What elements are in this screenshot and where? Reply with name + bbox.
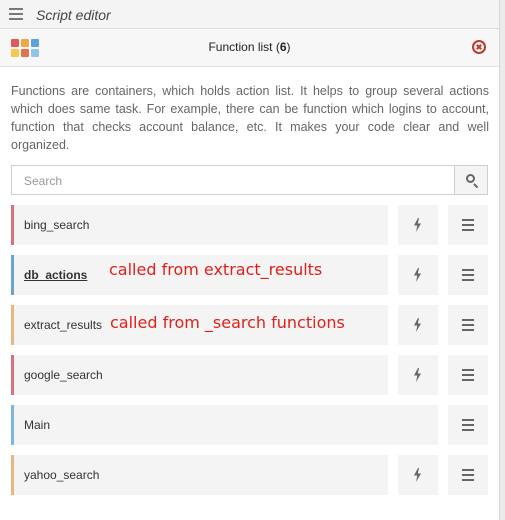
- run-function-button[interactable]: [398, 355, 438, 395]
- function-list-title-text: Function list: [208, 40, 273, 54]
- lightning-icon: [414, 468, 421, 482]
- editor-title: Script editor: [36, 7, 111, 23]
- script-editor-window: Script editor Function list (6) Function…: [0, 0, 505, 520]
- search-input[interactable]: [22, 167, 446, 195]
- editor-toolbar: Script editor: [0, 0, 499, 29]
- function-name[interactable]: yahoo_search: [24, 468, 99, 482]
- lightning-icon: [414, 318, 421, 332]
- lightning-icon: [414, 268, 421, 282]
- function-row[interactable]: google_search: [11, 355, 388, 395]
- function-list-header: Function list (6): [0, 29, 499, 67]
- function-count: 6: [279, 40, 287, 54]
- function-list-title: Function list (6): [208, 40, 291, 54]
- lightning-icon: [414, 368, 421, 382]
- lightning-icon: [414, 218, 421, 232]
- function-row[interactable]: bing_search: [11, 205, 388, 245]
- function-row[interactable]: Main: [11, 405, 438, 445]
- run-function-button[interactable]: [398, 255, 438, 295]
- run-function-button[interactable]: [398, 205, 438, 245]
- run-function-button[interactable]: [398, 455, 438, 495]
- function-name[interactable]: google_search: [24, 368, 103, 382]
- function-menu-button[interactable]: [448, 405, 488, 445]
- annotation-extract-results: called from _search functions: [110, 313, 345, 332]
- panel-edge: [499, 0, 505, 520]
- hamburger-icon[interactable]: [9, 8, 23, 20]
- function-menu-button[interactable]: [448, 455, 488, 495]
- run-function-button[interactable]: [398, 305, 438, 345]
- function-menu-button[interactable]: [448, 205, 488, 245]
- function-menu-button[interactable]: [448, 355, 488, 395]
- function-menu-button[interactable]: [448, 255, 488, 295]
- annotation-db-actions: called from extract_results: [109, 260, 323, 279]
- function-list-description: Functions are containers, which holds ac…: [11, 84, 489, 152]
- close-icon[interactable]: [472, 40, 486, 54]
- function-menu-button[interactable]: [448, 305, 488, 345]
- search-field[interactable]: [11, 165, 455, 195]
- search-icon: [466, 174, 475, 183]
- function-name[interactable]: Main: [24, 418, 50, 432]
- function-name[interactable]: bing_search: [24, 218, 89, 232]
- function-name[interactable]: extract_results: [24, 318, 102, 332]
- function-row[interactable]: yahoo_search: [11, 455, 388, 495]
- search-button[interactable]: [455, 165, 488, 195]
- function-name[interactable]: db_actions: [24, 268, 87, 282]
